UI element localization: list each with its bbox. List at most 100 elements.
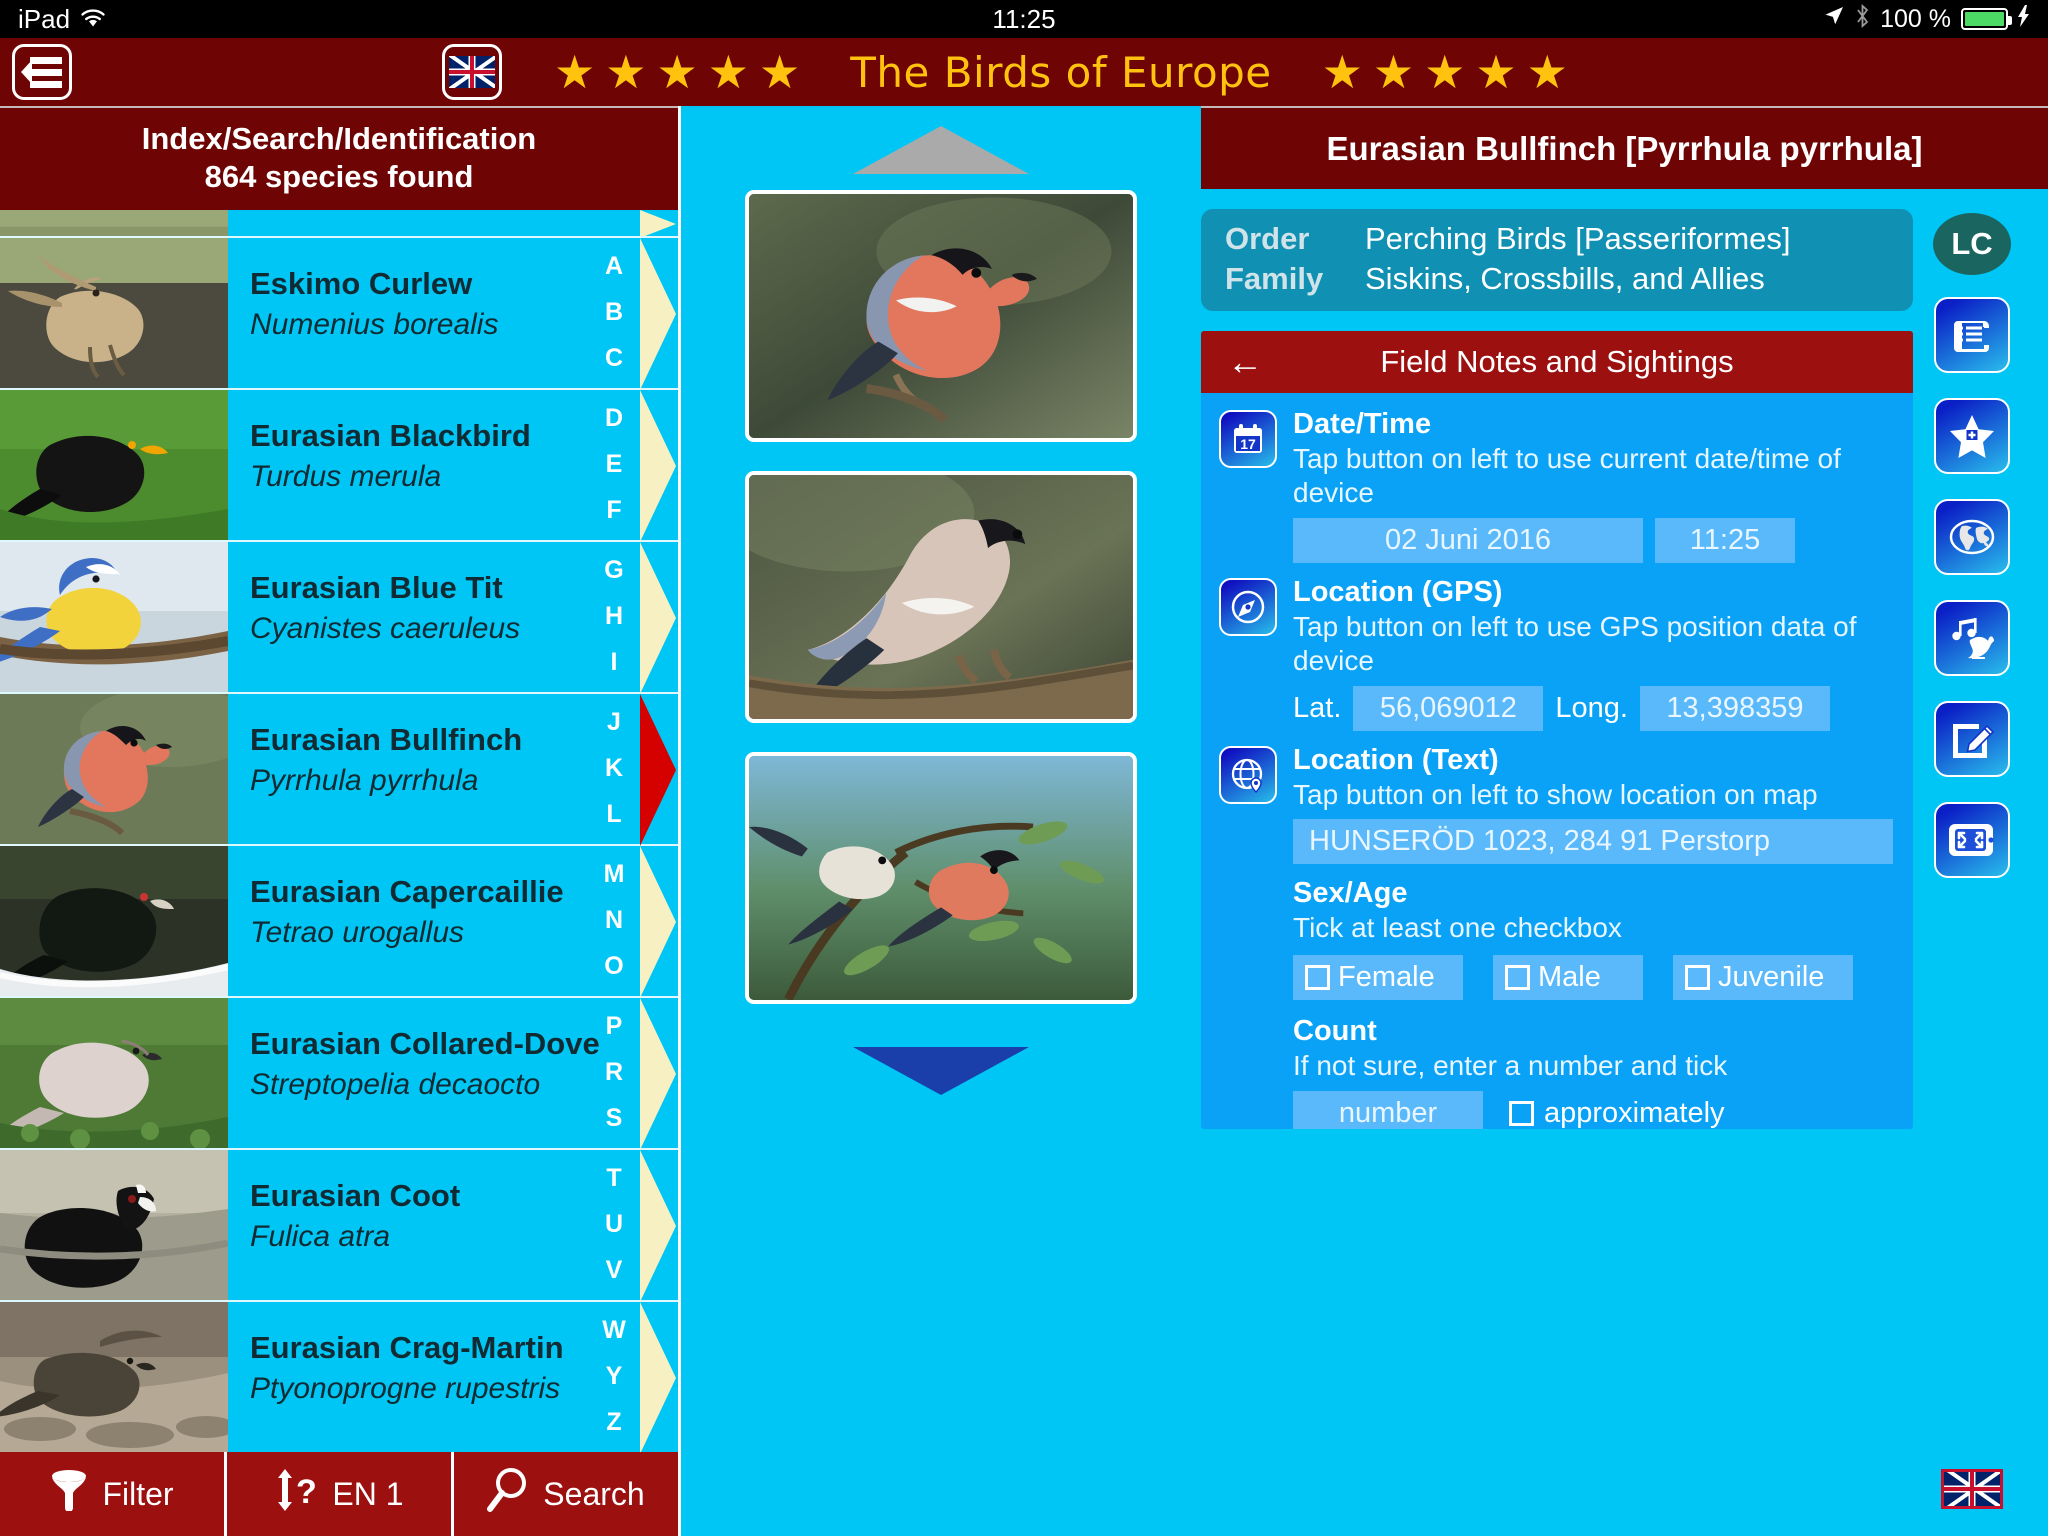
checkbox-approximately[interactable]: approximately (1509, 1097, 1725, 1129)
alphabet-index-group[interactable]: WYZ (588, 1302, 640, 1452)
edit-note-icon[interactable] (1934, 701, 2010, 777)
alphabet-index-group[interactable]: TUV (588, 1150, 640, 1300)
disclosure-arrow-icon[interactable] (640, 845, 678, 998)
star-icon[interactable]: ★ (1527, 49, 1568, 95)
alphabet-index-group[interactable]: MNO (588, 846, 640, 996)
fullscreen-icon[interactable] (1934, 802, 2010, 878)
count-field: Count If not sure, enter a number and ti… (1293, 1014, 1893, 1129)
star-icon[interactable]: ★ (1322, 49, 1363, 95)
search-button[interactable]: Search (454, 1452, 678, 1536)
rating-stars-right[interactable]: ★ ★ ★ ★ ★ (1322, 49, 1568, 95)
list-item[interactable] (0, 209, 678, 238)
alphabet-index-letter[interactable]: O (604, 954, 623, 979)
alphabet-index-letter[interactable]: T (606, 1166, 621, 1191)
star-icon[interactable]: ★ (1475, 49, 1516, 95)
alphabet-index-letter[interactable]: K (605, 756, 623, 781)
funnel-icon (50, 1469, 88, 1519)
species-photo[interactable] (745, 471, 1137, 723)
alphabet-index-letter[interactable]: I (611, 650, 618, 675)
menu-list-icon[interactable] (12, 44, 72, 100)
alphabet-index-letter[interactable]: E (606, 452, 623, 477)
scroll-text-icon[interactable] (1934, 297, 2010, 373)
rating-stars-left[interactable]: ★ ★ ★ ★ ★ (554, 49, 800, 95)
alphabet-index-group[interactable]: GHI (588, 542, 640, 692)
alphabet-index-group[interactable]: JKL (588, 694, 640, 844)
list-item[interactable]: Eurasian Crag-Martin Ptyonoprogne rupestr… (0, 1301, 678, 1452)
alphabet-index-group[interactable]: ABC (588, 238, 640, 388)
star-icon[interactable]: ★ (605, 49, 646, 95)
alphabet-index-letter[interactable]: M (604, 862, 625, 887)
star-icon[interactable]: ★ (657, 49, 698, 95)
checkbox-box-icon (1505, 965, 1530, 991)
disclosure-arrow-icon[interactable] (640, 693, 678, 846)
list-item[interactable]: Eurasian Capercaillie Tetrao urogallus M N O (0, 845, 678, 998)
checkbox-female[interactable]: Female (1293, 955, 1463, 1001)
star-plus-icon[interactable] (1934, 398, 2010, 474)
star-icon[interactable]: ★ (554, 49, 595, 95)
disclosure-arrow-icon[interactable] (640, 1301, 678, 1452)
alphabet-index-group[interactable]: DEF (588, 390, 640, 540)
alphabet-index-letter[interactable]: Y (606, 1364, 623, 1389)
photo-column (681, 106, 1201, 1536)
checkbox-male[interactable]: Male (1493, 955, 1643, 1001)
star-icon[interactable]: ★ (759, 49, 800, 95)
alphabet-index-letter[interactable]: A (605, 254, 623, 279)
alphabet-index-letter[interactable]: R (605, 1060, 623, 1085)
calendar-icon[interactable]: 17 (1219, 410, 1277, 468)
alphabet-index-letter[interactable]: P (606, 1014, 623, 1039)
svg-text:?: ? (296, 1473, 317, 1511)
alphabet-index-letter[interactable]: C (605, 346, 623, 371)
list-item[interactable]: Eurasian Collared-Dove Streptopelia decao… (0, 997, 678, 1150)
globe-map-icon[interactable] (1934, 499, 2010, 575)
alphabet-index-letter[interactable]: S (606, 1106, 623, 1131)
date-input[interactable]: 02 Juni 2016 (1293, 518, 1643, 564)
sort-language-button[interactable]: ? EN 1 (227, 1452, 454, 1536)
species-photo[interactable] (745, 752, 1137, 1004)
star-icon[interactable]: ★ (1424, 49, 1465, 95)
time-input[interactable]: 11:25 (1655, 518, 1795, 564)
location-text-input[interactable]: HUNSERÖD 1023, 284 91 Perstorp (1293, 819, 1893, 865)
location-text-field: Location (Text) Tap button on left to sh… (1219, 743, 1893, 865)
alphabet-index-letter[interactable]: W (602, 1318, 626, 1343)
filter-button[interactable]: Filter (0, 1452, 227, 1536)
alphabet-index-letter[interactable]: H (605, 604, 623, 629)
triangle-up-icon[interactable] (853, 126, 1029, 174)
alphabet-index-letter[interactable]: N (605, 908, 623, 933)
alphabet-index-letter[interactable]: B (605, 300, 623, 325)
count-number-input[interactable]: number (1293, 1091, 1483, 1129)
list-item[interactable]: Eskimo Curlew Numenius borealis A B C (0, 237, 678, 390)
alphabet-index-letter[interactable]: J (607, 710, 621, 735)
triangle-down-icon[interactable] (853, 1047, 1029, 1095)
globe-pin-icon[interactable] (1219, 746, 1277, 805)
lat-input[interactable]: 56,069012 (1353, 686, 1544, 732)
language-flag-rail-button[interactable] (1941, 1469, 2003, 1514)
species-list[interactable]: Eskimo Curlew Numenius borealis A B C Eurasia… (0, 209, 678, 1452)
species-photo[interactable] (745, 190, 1137, 442)
bird-song-icon[interactable] (1934, 600, 2010, 676)
alphabet-index-letter[interactable]: F (606, 498, 621, 523)
list-item[interactable]: Eurasian Blackbird Turdus merula D E F (0, 389, 678, 542)
compass-icon[interactable] (1219, 578, 1277, 637)
alphabet-index-letter[interactable]: L (606, 802, 621, 827)
long-input[interactable]: 13,398359 (1639, 686, 1830, 732)
star-icon[interactable]: ★ (1373, 49, 1414, 95)
alphabet-index-group[interactable]: PRS (588, 998, 640, 1148)
alphabet-index-letter[interactable]: G (604, 558, 623, 583)
disclosure-arrow-icon[interactable] (640, 997, 678, 1150)
disclosure-arrow-icon[interactable] (640, 389, 678, 542)
alphabet-index-letter[interactable]: D (605, 406, 623, 431)
arrow-left-icon[interactable]: ← (1227, 344, 1263, 380)
checkbox-juvenile[interactable]: Juvenile (1673, 955, 1853, 1001)
list-item[interactable]: Eurasian Bullfinch Pyrrhula pyrrhula J K L (0, 693, 678, 846)
conservation-status-badge[interactable]: LC (1933, 213, 2011, 275)
alphabet-index-letter[interactable]: U (605, 1212, 623, 1237)
disclosure-arrow-icon[interactable] (640, 541, 678, 694)
star-icon[interactable]: ★ (708, 49, 749, 95)
alphabet-index-letter[interactable]: V (606, 1258, 623, 1283)
list-item[interactable]: Eurasian Coot Fulica atra T U V (0, 1149, 678, 1302)
list-item[interactable]: Eurasian Blue Tit Cyanistes caeruleus G H I (0, 541, 678, 694)
alphabet-index-letter[interactable]: Z (606, 1410, 621, 1435)
disclosure-arrow-icon[interactable] (640, 237, 678, 390)
disclosure-arrow-icon[interactable] (640, 1149, 678, 1302)
language-flag-button[interactable] (442, 44, 502, 100)
